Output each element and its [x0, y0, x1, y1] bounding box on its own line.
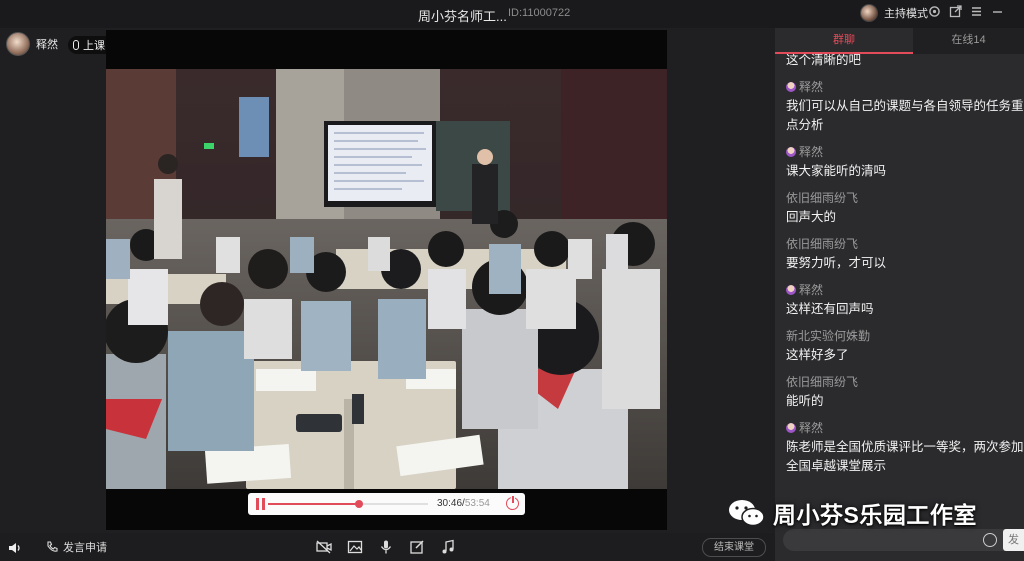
pause-button[interactable]	[256, 498, 265, 510]
settings-icon[interactable]	[928, 5, 941, 18]
chat-panel: 群聊 在线14 这个清晰的吧 释然 我们可以从自己的课题与各自领导的任务重点分析 释然…	[775, 28, 1024, 561]
sender-name: 依旧细雨纷飞	[786, 375, 859, 389]
progress-fill	[268, 503, 360, 505]
sender-name: 释然	[799, 145, 824, 159]
message-list[interactable]: 这个清晰的吧 释然 我们可以从自己的课题与各自领导的任务重点分析 释然 课大家能听的清吗…	[775, 54, 1024, 529]
chat-message: 释然我们可以从自己的课题与各自领导的任务重点分析	[786, 79, 1024, 135]
message-sender: 释然	[786, 282, 1024, 298]
chat-message: 依旧细雨纷飞要努力听，才可以	[786, 236, 1024, 273]
microphone-icon[interactable]	[378, 539, 394, 555]
progress-bar[interactable]	[268, 500, 428, 508]
room-id: ID:11000722	[508, 7, 571, 19]
speaker-info: 释然	[6, 32, 58, 56]
classroom-video-frame	[106, 69, 667, 489]
current-time: 30:46	[437, 498, 463, 509]
wechat-icon	[729, 500, 765, 527]
playback-controls: 30:46/53:54	[248, 493, 525, 515]
playback-time: 30:46/53:54	[437, 498, 490, 509]
title-bar: 周小芬名师工... ID:11000722 主持模式	[0, 0, 1024, 28]
window-controls	[928, 5, 1004, 18]
message-sender: 依旧细雨纷飞	[786, 190, 1024, 206]
user-badge-icon	[786, 285, 796, 295]
sender-name: 依旧细雨纷飞	[786, 191, 859, 205]
sender-name: 释然	[799, 283, 824, 297]
message-text: 课大家能听的清吗	[786, 164, 887, 178]
watermark-text: 周小芬S乐园工作室	[773, 502, 977, 528]
message-text: 陈老师是全国优质课评比一等奖，两次参加全国卓越课堂展示	[786, 440, 1024, 473]
edit-icon[interactable]	[409, 539, 425, 555]
message-text: 这个清晰的吧	[786, 54, 862, 67]
chat-message: 新北实验何姝勤 这样好多了	[786, 328, 1024, 365]
media-tools	[316, 539, 456, 555]
popout-icon[interactable]	[949, 5, 962, 18]
music-icon[interactable]	[440, 539, 456, 555]
message-text: 能听的	[786, 394, 824, 408]
menu-icon[interactable]	[970, 5, 983, 18]
chat-message: 这个清晰的吧	[786, 54, 1024, 70]
message-sender: 新北实验何姝勤	[786, 328, 1024, 344]
message-sender: 释然	[786, 144, 1024, 160]
message-text: 我们可以从自己的课题与各自领导的任务重点分析	[786, 99, 1024, 132]
message-sender: 释然	[786, 79, 1024, 95]
host-mode[interactable]: 主持模式	[860, 4, 928, 22]
camera-off-icon[interactable]	[316, 539, 332, 555]
tab-online[interactable]: 在线14	[913, 28, 1024, 54]
message-sender: 依旧细雨纷飞	[786, 374, 1024, 390]
message-text: 回声大的	[786, 210, 837, 224]
sender-name: 释然	[799, 421, 824, 435]
emoji-icon[interactable]	[983, 533, 997, 547]
apply-speak-label: 发言申请	[63, 542, 107, 554]
volume-icon[interactable]	[8, 541, 22, 559]
total-time: 53:54	[464, 498, 490, 509]
speaker-name: 释然	[36, 39, 58, 51]
end-class-button[interactable]: 结束课堂	[702, 538, 766, 557]
apply-speak-button[interactable]: 发言申请	[46, 539, 107, 555]
video-player[interactable]	[106, 69, 667, 489]
chat-message: 释然陈老师是全国优质课评比一等奖，两次参加全国卓越课堂展示	[786, 420, 1024, 476]
chat-message: 依旧细雨纷飞 回声大的	[786, 190, 1024, 227]
chat-message: 依旧细雨纷飞 能听的	[786, 374, 1024, 411]
speaker-avatar	[6, 32, 30, 56]
classroom-app: 周小芬名师工... ID:11000722 主持模式 释然 上课中 30:46/…	[0, 0, 1024, 561]
video-frame: 30:46/53:54	[106, 30, 667, 530]
tab-group-chat[interactable]: 群聊	[775, 28, 913, 54]
sender-name: 新北实验何姝勤	[786, 329, 871, 343]
user-badge-icon	[786, 82, 796, 92]
mic-icon	[73, 40, 79, 50]
host-avatar	[860, 4, 878, 22]
user-badge-icon	[786, 147, 796, 157]
image-icon[interactable]	[347, 539, 363, 555]
chat-message: 释然课大家能听的清吗	[786, 144, 1024, 181]
message-text: 这样好多了	[786, 348, 849, 362]
message-sender: 释然	[786, 420, 1024, 436]
message-text: 要努力听，才可以	[786, 256, 887, 270]
chat-tabs: 群聊 在线14	[775, 28, 1024, 54]
power-icon[interactable]	[506, 495, 519, 510]
watermark: 周小芬S乐园工作室	[727, 496, 977, 530]
sender-name: 释然	[799, 80, 824, 94]
host-mode-label: 主持模式	[884, 8, 928, 20]
chat-message: 释然这样还有回声吗	[786, 282, 1024, 319]
minimize-icon[interactable]	[991, 5, 1004, 18]
window-title: 周小芬名师工...	[418, 9, 507, 24]
progress-handle[interactable]	[355, 500, 364, 508]
send-button[interactable]: 发	[1003, 529, 1024, 551]
message-sender: 依旧细雨纷飞	[786, 236, 1024, 252]
message-text: 这样还有回声吗	[786, 302, 874, 316]
message-items: 这个清晰的吧 释然 我们可以从自己的课题与各自领导的任务重点分析 释然 课大家能听的清吗…	[786, 54, 1024, 485]
user-badge-icon	[786, 423, 796, 433]
sender-name: 依旧细雨纷飞	[786, 237, 859, 251]
phone-icon	[47, 541, 58, 552]
bottom-toolbar: 发言申请 结束课堂	[0, 533, 775, 561]
